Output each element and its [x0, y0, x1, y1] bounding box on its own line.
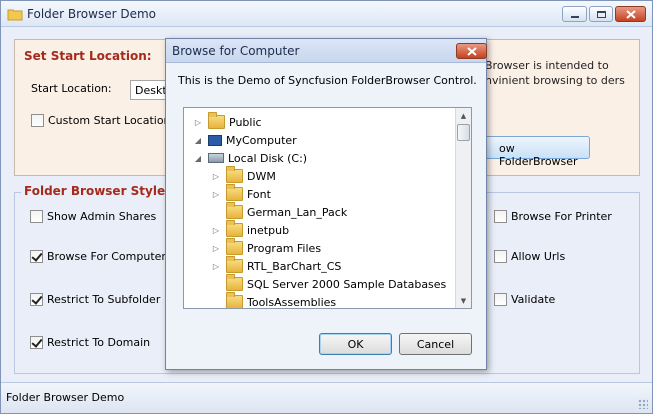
tree-item[interactable]: ▷ Program Files — [210, 238, 322, 257]
dialog-title-bar[interactable]: Browse for Computer — [166, 39, 487, 63]
description-text: Browser is intended to nvinient browsing… — [485, 59, 625, 87]
tree-item-label: DWM — [247, 169, 276, 183]
maximize-icon — [596, 10, 606, 18]
browse-dialog: Browse for Computer This is the Demo of … — [165, 38, 487, 370]
resize-grip-icon[interactable] — [638, 399, 648, 409]
browse-for-computer-checkbox[interactable] — [30, 250, 43, 263]
title-bar[interactable]: Folder Browser Demo — [1, 1, 652, 27]
expand-arrow-icon[interactable]: ▷ — [210, 260, 222, 272]
computer-icon — [208, 134, 222, 146]
folder-icon — [226, 274, 243, 291]
dialog-message: This is the Demo of Syncfusion FolderBro… — [178, 74, 477, 87]
restrict-to-domain-checkbox[interactable] — [30, 336, 43, 349]
close-button[interactable] — [615, 6, 646, 22]
collapse-arrow-icon[interactable]: ◢ — [192, 134, 204, 146]
status-text: Folder Browser Demo — [6, 391, 125, 404]
close-icon — [466, 46, 477, 56]
tree-item-label: ToolsAssemblies — [247, 295, 337, 309]
show-folderbrowser-button[interactable]: ow FolderBrowser — [470, 136, 590, 168]
tree-item[interactable]: ▷ inetpub — [210, 220, 290, 239]
folder-icon — [226, 238, 243, 255]
expand-arrow-icon[interactable]: ▷ — [210, 188, 222, 200]
tree-item-label: Public — [229, 115, 262, 129]
tree-item-label: Program Files — [247, 241, 322, 255]
disk-icon — [208, 153, 224, 163]
browse-for-computer-label: Browse For Computer — [47, 250, 166, 263]
validate-label: Validate — [511, 293, 556, 306]
tree-item[interactable]: SQL Server 2000 Sample Databases — [210, 274, 447, 293]
minimize-button[interactable] — [562, 6, 587, 22]
start-location-label: Start Location: — [31, 82, 112, 95]
allow-urls-checkbox[interactable] — [494, 250, 507, 263]
scroll-thumb[interactable] — [457, 124, 470, 141]
tree-item-label: Local Disk (C:) — [228, 151, 308, 165]
start-location-header: Set Start Location: — [24, 49, 152, 63]
tree-item[interactable]: ▷ RTL_BarChart_CS — [210, 256, 342, 275]
window-title: Folder Browser Demo — [27, 7, 156, 21]
dialog-close-button[interactable] — [456, 43, 487, 59]
scroll-down-icon[interactable]: ▼ — [456, 293, 471, 308]
styles-header: Folder Browser Styles — [21, 184, 176, 198]
tree-item[interactable]: ◢ Local Disk (C:) — [192, 149, 307, 167]
tree-item-label: MyComputer — [226, 133, 297, 147]
close-icon — [625, 9, 636, 19]
tree-item-label: German_Lan_Pack — [247, 205, 348, 219]
collapse-arrow-icon[interactable]: ◢ — [192, 152, 204, 164]
browse-for-printer-label: Browse For Printer — [511, 210, 612, 223]
folder-icon — [208, 112, 225, 129]
tree-item[interactable]: ▷ Public — [192, 112, 262, 131]
folder-icon — [226, 292, 243, 308]
maximize-button[interactable] — [589, 6, 613, 22]
show-admin-shares-label: Show Admin Shares — [47, 210, 157, 223]
allow-urls-label: Allow Urls — [511, 250, 566, 263]
minimize-icon — [570, 15, 579, 18]
expand-arrow-icon[interactable]: ▷ — [210, 242, 222, 254]
restrict-to-subfolder-label: Restrict To Subfolder — [47, 293, 161, 306]
folder-icon — [226, 166, 243, 183]
folder-icon — [226, 220, 243, 237]
validate-checkbox[interactable] — [494, 293, 507, 306]
dialog-title: Browse for Computer — [172, 44, 300, 58]
folder-icon — [7, 9, 23, 21]
ok-button[interactable]: OK — [319, 333, 392, 355]
cancel-button[interactable]: Cancel — [399, 333, 472, 355]
show-admin-shares-checkbox[interactable] — [30, 210, 43, 223]
tree-item[interactable]: German_Lan_Pack — [210, 202, 348, 221]
custom-start-label: Custom Start Location — [48, 114, 171, 127]
folder-tree[interactable]: ▲ ▼ ▷ Public ◢ MyComputer ◢ Local Disk (C:) ▷ D… — [183, 107, 472, 309]
tree-item-label: Font — [247, 187, 271, 201]
status-bar: Folder Browser Demo — [1, 382, 652, 413]
restrict-to-domain-label: Restrict To Domain — [47, 336, 151, 349]
tree-item[interactable]: ▷ DWM — [210, 166, 276, 185]
browse-for-printer-checkbox[interactable] — [494, 210, 507, 223]
scroll-up-icon[interactable]: ▲ — [456, 108, 471, 123]
tree-scrollbar[interactable]: ▲ ▼ — [455, 108, 471, 308]
tree-item-label: RTL_BarChart_CS — [247, 259, 342, 273]
tree-item[interactable]: ◢ MyComputer — [192, 131, 297, 149]
tree-item[interactable]: ToolsAssemblies — [210, 292, 337, 309]
tree-item-label: SQL Server 2000 Sample Databases — [247, 277, 447, 291]
start-location-combo[interactable]: Desktop — [130, 80, 170, 100]
folder-icon — [226, 202, 243, 219]
expand-arrow-icon[interactable]: ▷ — [210, 170, 222, 182]
custom-start-checkbox[interactable] — [31, 114, 44, 127]
expand-arrow-icon[interactable]: ▷ — [210, 224, 222, 236]
tree-item[interactable]: ▷ Font — [210, 184, 271, 203]
expand-arrow-icon[interactable]: ▷ — [192, 116, 204, 128]
tree-item-label: inetpub — [247, 223, 290, 237]
folder-icon — [226, 256, 243, 273]
folder-icon — [226, 184, 243, 201]
restrict-to-subfolder-checkbox[interactable] — [30, 293, 43, 306]
